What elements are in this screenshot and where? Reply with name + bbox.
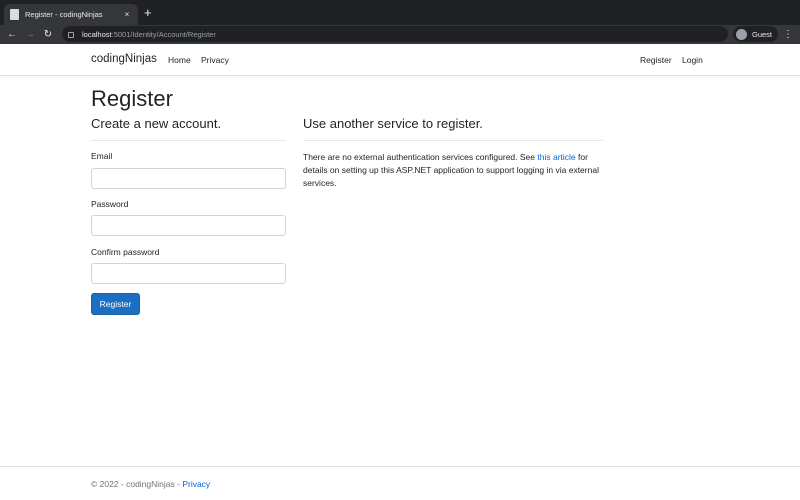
address-bar[interactable]: localhost:5001/Identity/Account/Register xyxy=(62,26,728,42)
email-label: Email xyxy=(91,151,113,161)
divider xyxy=(91,140,286,141)
external-heading: Use another service to register. xyxy=(303,116,483,131)
nav-home[interactable]: Home xyxy=(168,55,191,65)
email-field[interactable] xyxy=(91,168,286,189)
article-link[interactable]: this article xyxy=(537,152,575,162)
profile-label: Guest xyxy=(752,29,773,39)
back-icon[interactable]: ← xyxy=(5,26,19,43)
close-icon[interactable]: × xyxy=(122,10,132,19)
footer-text: © 2022 - codingNinjas - Privacy xyxy=(91,479,210,489)
reload-icon[interactable]: ↻ xyxy=(41,26,55,43)
brand-link[interactable]: codingNinjas xyxy=(91,53,157,65)
copyright: © 2022 - codingNinjas - xyxy=(91,479,183,489)
url-path: :5001/Identity/Account/Register xyxy=(111,29,216,39)
site-navbar: codingNinjas Home Privacy Register Login xyxy=(0,44,800,76)
password-label: Password xyxy=(91,199,129,209)
browser-tabstrip: Register - codingNinjas × + xyxy=(0,0,800,25)
browser-toolbar: ← → ↻ localhost:5001/Identity/Account/Re… xyxy=(0,25,800,44)
tab-title: Register - codingNinjas xyxy=(25,10,103,19)
form-heading: Create a new account. xyxy=(91,116,222,131)
menu-icon[interactable]: ⋮ xyxy=(783,26,793,43)
url-host: localhost xyxy=(82,29,112,39)
forward-icon[interactable]: → xyxy=(23,26,37,43)
footer-privacy-link[interactable]: Privacy xyxy=(182,479,210,489)
lock-icon[interactable] xyxy=(68,32,74,38)
register-form: Create a new account. Email Password Con… xyxy=(91,116,286,315)
external-description: There are no external authentication ser… xyxy=(303,151,603,190)
avatar-icon xyxy=(736,28,747,40)
nav-login[interactable]: Login xyxy=(682,55,703,65)
divider xyxy=(303,140,603,141)
profile-button[interactable]: Guest xyxy=(733,26,779,42)
page-title: Register xyxy=(91,86,173,111)
nav-register[interactable]: Register xyxy=(640,55,672,65)
external-login-section: Use another service to register. There a… xyxy=(303,116,603,190)
new-tab-icon[interactable]: + xyxy=(144,5,152,21)
confirm-password-field[interactable] xyxy=(91,263,286,284)
password-field[interactable] xyxy=(91,215,286,236)
confirm-password-label: Confirm password xyxy=(91,247,160,257)
page-icon xyxy=(10,9,19,20)
external-text-before: There are no external authentication ser… xyxy=(303,152,538,162)
nav-privacy[interactable]: Privacy xyxy=(201,55,229,65)
register-button[interactable]: Register xyxy=(91,293,140,315)
site-footer: © 2022 - codingNinjas - Privacy xyxy=(0,466,800,500)
browser-tab[interactable]: Register - codingNinjas × xyxy=(4,4,138,25)
